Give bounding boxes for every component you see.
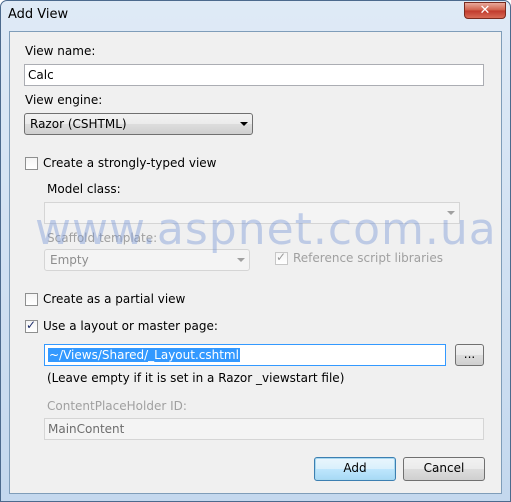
- placeholder-id-input[interactable]: MainContent: [44, 418, 484, 440]
- view-engine-select[interactable]: Razor (CSHTML): [24, 113, 253, 135]
- view-name-label: View name:: [25, 44, 96, 58]
- reference-scripts-checkbox[interactable]: [275, 250, 288, 265]
- add-button[interactable]: Add: [314, 457, 396, 481]
- browse-layout-button[interactable]: ...: [455, 344, 484, 366]
- model-class-label: Model class:: [47, 182, 121, 196]
- close-icon: ✕: [479, 3, 491, 18]
- view-name-input[interactable]: Calc: [24, 64, 484, 86]
- chevron-down-icon: [447, 211, 455, 215]
- cancel-button[interactable]: Cancel: [403, 457, 485, 481]
- placeholder-id-label: ContentPlaceHolder ID:: [47, 399, 187, 413]
- title-bar[interactable]: Add View ✕: [1, 1, 510, 28]
- partial-view-label: Create as a partial view: [43, 292, 186, 306]
- dialog-title: Add View: [8, 7, 69, 22]
- scaffold-template-label: Scaffold template:: [47, 231, 158, 245]
- close-button[interactable]: ✕: [464, 2, 506, 19]
- layout-path-value: ~/Views/Shared/_Layout.cshtml: [48, 348, 240, 362]
- view-engine-value: Razor (CSHTML): [30, 117, 127, 131]
- use-layout-checkbox[interactable]: [25, 318, 38, 333]
- model-class-select[interactable]: [44, 202, 460, 224]
- add-view-dialog: Add View ✕ View name: Calc View engine: …: [0, 0, 511, 502]
- layout-path-input[interactable]: ~/Views/Shared/_Layout.cshtml: [44, 344, 446, 366]
- strongly-typed-checkbox[interactable]: [25, 157, 38, 170]
- strongly-typed-label: Create a strongly-typed view: [43, 156, 217, 170]
- layout-hint-text: (Leave empty if it is set in a Razor _vi…: [47, 371, 345, 385]
- chevron-down-icon: [237, 258, 245, 262]
- use-layout-label: Use a layout or master page:: [43, 319, 218, 333]
- dialog-body: View name: Calc View engine: Razor (CSHT…: [9, 31, 502, 494]
- scaffold-template-select[interactable]: Empty: [44, 249, 250, 271]
- scaffold-template-value: Empty: [50, 253, 89, 267]
- chevron-down-icon: [240, 122, 248, 126]
- reference-scripts-label: Reference script libraries: [293, 251, 443, 265]
- view-engine-label: View engine:: [25, 93, 103, 107]
- partial-view-checkbox[interactable]: [25, 293, 38, 306]
